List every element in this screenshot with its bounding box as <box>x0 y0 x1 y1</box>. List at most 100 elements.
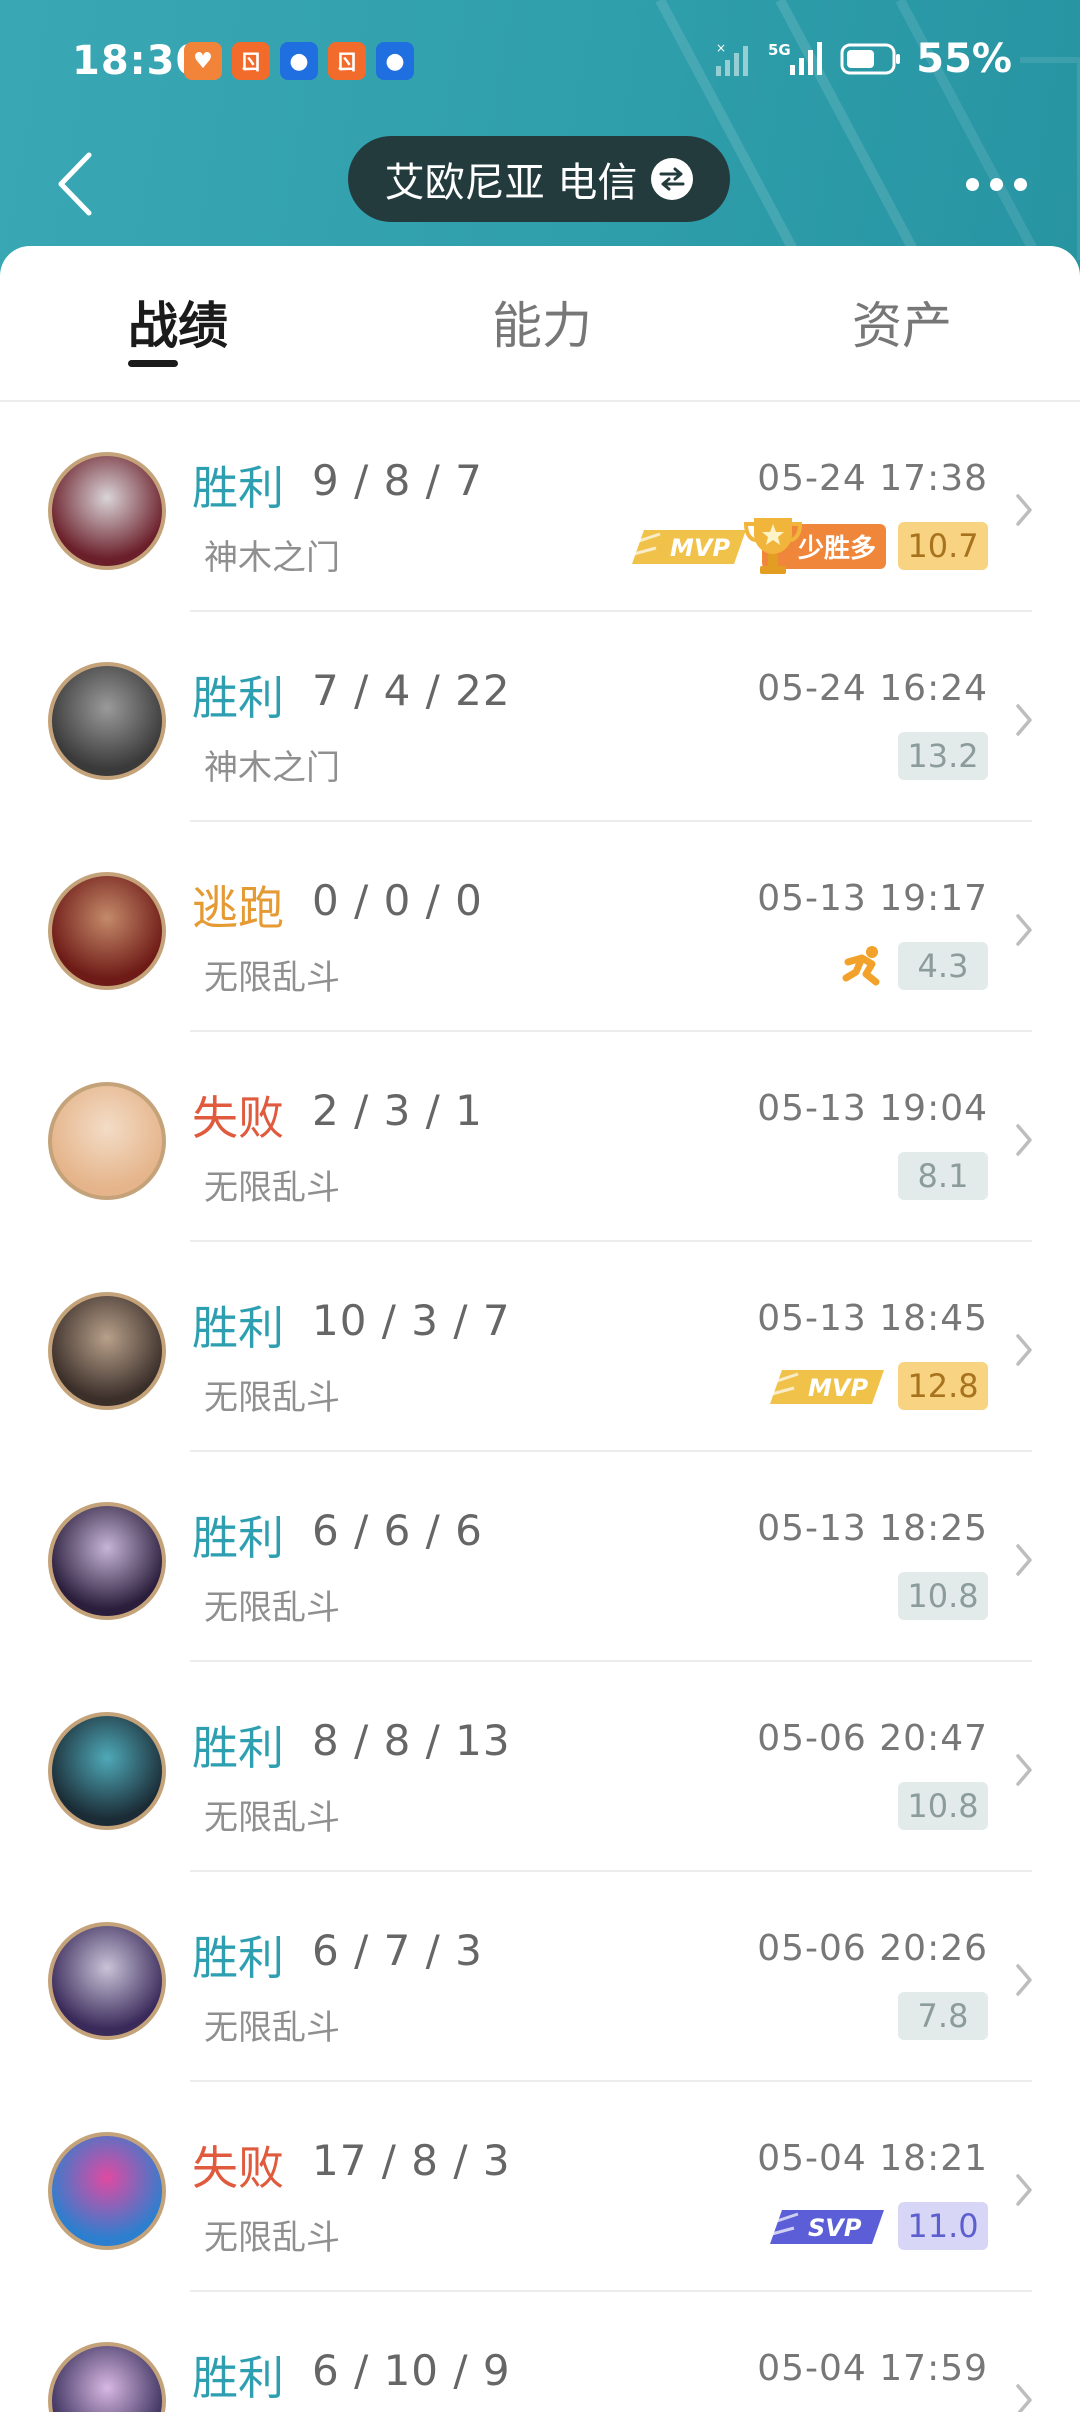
match-time: 05-06 20:26 <box>757 1928 988 1969</box>
match-row[interactable]: 胜利 7 / 4 / 22 神木之门 05-24 16:24 13.2 <box>0 612 1080 822</box>
game-mode: 神木之门 <box>204 538 340 578</box>
match-score: 7.8 <box>898 1992 988 2040</box>
battery-icon <box>840 43 901 75</box>
champion-avatar <box>48 662 166 780</box>
svg-text:×: × <box>716 41 726 55</box>
match-row[interactable]: 胜利 6 / 7 / 3 无限乱斗 05-06 20:26 7.8 <box>0 1872 1080 2082</box>
champion-avatar <box>48 1922 166 2040</box>
circle-app-icon-2: ● <box>376 42 414 80</box>
mvp-badge-icon: MVP <box>770 1370 884 1404</box>
match-score: 10.8 <box>898 1782 988 1830</box>
swap-icon <box>651 158 694 200</box>
tab-ability[interactable]: 能力 <box>492 286 592 358</box>
match-badges: SVP <box>768 2194 886 2258</box>
match-list: 胜利 9 / 8 / 7 神木之门 05-24 17:38 MVP 少胜多 10… <box>0 402 1080 2412</box>
svg-text:5G: 5G <box>768 41 791 59</box>
champion-avatar <box>48 1712 166 1830</box>
match-score: 13.2 <box>898 732 988 780</box>
tab-records[interactable]: 战绩 <box>128 286 228 358</box>
match-result: 逃跑 <box>192 881 284 935</box>
match-time: 05-04 17:59 <box>757 2348 988 2389</box>
battery-percentage: 55% <box>916 36 1012 82</box>
match-row[interactable]: 失败 2 / 3 / 1 无限乱斗 05-13 19:04 8.1 <box>0 1032 1080 1242</box>
match-time: 05-13 19:17 <box>757 878 988 919</box>
match-result: 胜利 <box>192 461 284 515</box>
match-row[interactable]: 失败 17 / 8 / 3 无限乱斗 05-04 18:21 SVP 11.0 <box>0 2082 1080 2292</box>
champion-avatar <box>48 452 166 570</box>
more-dot-icon <box>989 177 1003 191</box>
back-chevron-icon <box>58 152 92 216</box>
tab-assets[interactable]: 资产 <box>852 286 952 358</box>
match-score: 10.8 <box>898 1572 988 1620</box>
match-badges <box>842 934 886 998</box>
status-bar: 18:30 ♥ ㄖ ● ㄖ ● × 5G 55% <box>0 0 1080 126</box>
match-kda: 2 / 3 / 1 <box>312 1086 483 1135</box>
match-row[interactable]: 胜利 9 / 8 / 7 神木之门 05-24 17:38 MVP 少胜多 10… <box>0 402 1080 612</box>
match-kda: 9 / 8 / 7 <box>312 456 483 505</box>
chevron-right-icon <box>1016 1544 1032 1576</box>
more-options-button[interactable] <box>956 156 1036 212</box>
game-mode: 无限乱斗 <box>204 1798 340 1838</box>
match-kda: 8 / 8 / 13 <box>312 1716 511 1765</box>
active-tab-indicator <box>128 360 178 367</box>
match-row[interactable]: 胜利 6 / 10 / 9 05-04 17:59 <box>0 2292 1080 2412</box>
signal-icon: × <box>716 41 749 76</box>
match-kda: 6 / 7 / 3 <box>312 1926 483 1975</box>
match-result: 胜利 <box>192 1511 284 1565</box>
mvp-badge-label: MVP <box>670 534 730 562</box>
match-kda: 6 / 6 / 6 <box>312 1506 483 1555</box>
match-time: 05-06 20:47 <box>757 1718 988 1759</box>
status-app-icons: ♥ ㄖ ● ㄖ ● <box>184 42 414 80</box>
chevron-right-icon <box>1016 1334 1032 1366</box>
match-result: 胜利 <box>192 671 284 725</box>
mvp-badge-label: MVP <box>808 1374 868 1402</box>
tab-bar: 战绩 能力 资产 <box>0 246 1080 402</box>
match-row[interactable]: 胜利 10 / 3 / 7 无限乱斗 05-13 18:45 MVP 12.8 <box>0 1242 1080 1452</box>
match-score: 4.3 <box>898 942 988 990</box>
match-score: 11.0 <box>898 2202 988 2250</box>
status-right: × 5G 55% <box>714 36 1012 82</box>
match-score: 10.7 <box>898 522 988 570</box>
match-result: 胜利 <box>192 1931 284 1985</box>
champion-avatar <box>48 872 166 990</box>
champion-avatar <box>48 1082 166 1200</box>
cat-app-icon: ㄖ <box>232 42 270 80</box>
champion-avatar <box>48 1292 166 1410</box>
more-dot-icon <box>1013 177 1027 191</box>
cat-app-icon-2: ㄖ <box>328 42 366 80</box>
match-kda: 0 / 0 / 0 <box>312 876 483 925</box>
match-result: 失败 <box>192 2141 284 2195</box>
server-switch-button[interactable]: 艾欧尼亚 电信 <box>348 136 730 222</box>
back-button[interactable] <box>40 146 110 222</box>
more-dot-icon <box>965 177 979 191</box>
match-row[interactable]: 胜利 6 / 6 / 6 无限乱斗 05-13 18:25 10.8 <box>0 1452 1080 1662</box>
svp-badge-icon: SVP <box>770 2210 884 2244</box>
server-name: 艾欧尼亚 电信 <box>384 160 638 206</box>
chevron-right-icon <box>1016 704 1032 736</box>
mvp-badge-icon: MVP <box>631 530 746 564</box>
match-score: 8.1 <box>898 1152 988 1200</box>
game-mode: 无限乱斗 <box>204 958 340 998</box>
circle-app-icon: ● <box>280 42 318 80</box>
match-result: 胜利 <box>192 1301 284 1355</box>
game-mode: 无限乱斗 <box>204 1378 340 1418</box>
match-kda: 6 / 10 / 9 <box>312 2346 511 2395</box>
match-time: 05-13 19:04 <box>757 1088 988 1129</box>
chevron-right-icon <box>1016 2384 1032 2412</box>
match-time: 05-13 18:45 <box>757 1298 988 1339</box>
signal-5g-icon: 5G <box>768 41 823 75</box>
game-mode: 无限乱斗 <box>204 1168 340 1208</box>
chevron-right-icon <box>1016 494 1032 526</box>
trophy-badge: 少胜多 <box>743 517 886 574</box>
match-row[interactable]: 胜利 8 / 8 / 13 无限乱斗 05-06 20:47 10.8 <box>0 1662 1080 1872</box>
match-kda: 17 / 8 / 3 <box>312 2136 511 2185</box>
match-result: 胜利 <box>192 2351 284 2405</box>
top-navigation: 艾欧尼亚 电信 <box>0 126 1080 244</box>
flee-icon <box>842 946 880 986</box>
match-result: 失败 <box>192 1091 284 1145</box>
match-badges: MVP 少胜多 <box>630 514 886 578</box>
match-time: 05-04 18:21 <box>757 2138 988 2179</box>
match-row[interactable]: 逃跑 0 / 0 / 0 无限乱斗 05-13 19:17 4.3 <box>0 822 1080 1032</box>
game-mode: 无限乱斗 <box>204 2008 340 2048</box>
match-time: 05-24 17:38 <box>757 458 988 499</box>
